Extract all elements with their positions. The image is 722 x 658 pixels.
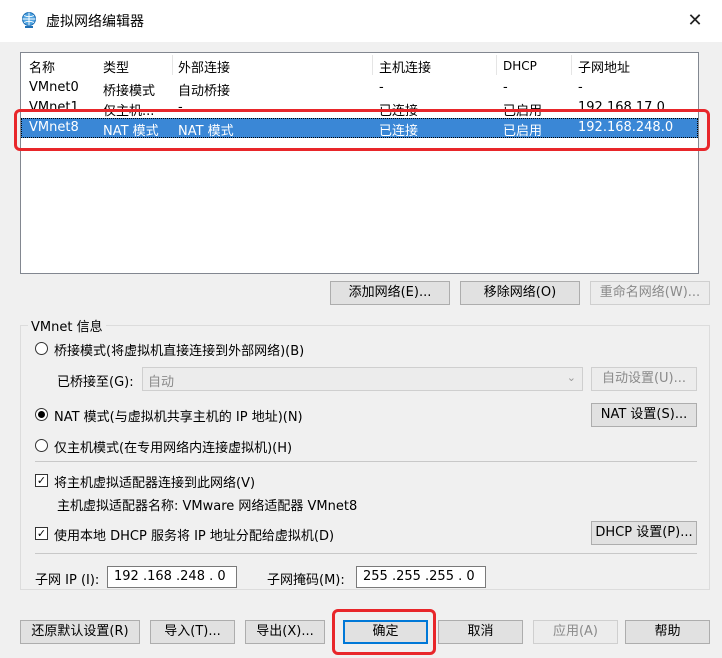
connect-adapter-label[interactable]: 将主机虚拟适配器连接到此网络(V) [54, 472, 255, 491]
subnet-ip-label: 子网 IP (I): [35, 573, 100, 588]
cell-type: 桥接模式 [103, 84, 156, 99]
column-header-name[interactable]: 名称 [29, 57, 99, 76]
chevron-down-icon: ⌄ [566, 371, 576, 384]
dhcp-label[interactable]: 使用本地 DHCP 服务将 IP 地址分配给虚拟机(D) [54, 525, 334, 544]
table-row[interactable]: VMnet0 桥接模式 自动桥接 - - - [21, 78, 698, 99]
export-button[interactable]: 导出(X)... [245, 620, 325, 644]
cell-subnet: - [578, 80, 583, 95]
host-only-radio[interactable] [35, 439, 48, 452]
cell-dhcp: 已启用 [503, 124, 543, 139]
restore-defaults-button[interactable]: 还原默认设置(R) [20, 620, 140, 644]
cell-name: VMnet0 [29, 80, 79, 95]
group-label: VMnet 信息 [28, 316, 106, 335]
nat-mode-radio[interactable] [35, 408, 48, 421]
subnet-mask-value: 255 .255 .255 . 0 [363, 569, 475, 584]
column-divider[interactable] [496, 55, 497, 75]
column-divider[interactable] [172, 55, 173, 75]
divider [35, 553, 697, 554]
help-button[interactable]: 帮助 [625, 620, 710, 644]
subnet-mask-label: 子网掩码(M): [267, 573, 345, 588]
bridged-to-label: 已桥接至(G): [57, 375, 134, 390]
column-header-type[interactable]: 类型 [103, 57, 173, 76]
column-header-host[interactable]: 主机连接 [379, 57, 489, 76]
network-globe-icon [22, 12, 36, 28]
cell-dhcp: 已启用 [503, 104, 543, 119]
nat-mode-label[interactable]: NAT 模式(与虚拟机共享主机的 IP 地址)(N) [54, 406, 303, 425]
cell-subnet: 192.168.248.0 [578, 120, 674, 135]
bridged-to-select[interactable]: 自动 ⌄ [142, 367, 583, 391]
cancel-button[interactable]: 取消 [438, 620, 523, 644]
connect-adapter-checkbox[interactable]: ✓ [35, 474, 48, 487]
checkmark-icon: ✓ [36, 474, 47, 487]
cell-external: - [178, 100, 183, 115]
cell-type: 仅主机... [103, 104, 155, 119]
cell-external: NAT 模式 [178, 124, 234, 139]
cell-dhcp: - [503, 80, 508, 95]
dhcp-settings-button[interactable]: DHCP 设置(P)... [591, 521, 697, 545]
cell-type: NAT 模式 [103, 124, 159, 139]
cell-name: VMnet1 [29, 100, 79, 115]
auto-settings-button[interactable]: 自动设置(U)... [591, 367, 697, 391]
network-list[interactable]: 名称 类型 外部连接 主机连接 DHCP 子网地址 VMnet0 桥接模式 自动… [20, 52, 699, 274]
cell-host: 已连接 [379, 124, 419, 139]
table-row[interactable]: VMnet1 仅主机... - 已连接 已启用 192.168.17.0 [21, 98, 698, 119]
checkmark-icon: ✓ [36, 527, 47, 540]
list-header: 名称 类型 外部连接 主机连接 DHCP 子网地址 [21, 53, 698, 77]
bridged-mode-radio[interactable] [35, 342, 48, 355]
window-title: 虚拟网络编辑器 [46, 14, 144, 30]
nat-settings-button[interactable]: NAT 设置(S)... [591, 403, 697, 427]
cell-external: 自动桥接 [178, 84, 231, 99]
bridged-mode-label[interactable]: 桥接模式(将虚拟机直接连接到外部网络)(B) [54, 340, 304, 359]
dhcp-checkbox[interactable]: ✓ [35, 527, 48, 540]
column-divider[interactable] [372, 55, 373, 75]
import-button[interactable]: 导入(T)... [150, 620, 235, 644]
column-header-dhcp[interactable]: DHCP [503, 59, 563, 73]
host-only-label[interactable]: 仅主机模式(在专用网络内连接虚拟机)(H) [54, 437, 292, 456]
divider [35, 461, 697, 462]
table-row-selected[interactable]: VMnet8 NAT 模式 NAT 模式 已连接 已启用 192.168.248… [21, 118, 698, 139]
ok-button[interactable]: 确定 [343, 620, 428, 644]
rename-network-button[interactable]: 重命名网络(W)... [590, 281, 710, 305]
column-header-external[interactable]: 外部连接 [178, 57, 368, 76]
cell-subnet: 192.168.17.0 [578, 100, 665, 115]
cell-host: 已连接 [379, 104, 419, 119]
adapter-name-text: 主机虚拟适配器名称: VMware 网络适配器 VMnet8 [57, 499, 358, 514]
close-icon[interactable]: ✕ [680, 6, 710, 36]
subnet-ip-value: 192 .168 .248 . 0 [114, 569, 226, 584]
column-divider[interactable] [571, 55, 572, 75]
column-header-subnet[interactable]: 子网地址 [578, 57, 688, 76]
cell-host: - [379, 80, 384, 95]
bridged-to-value: 自动 [148, 375, 175, 390]
title-bar: 虚拟网络编辑器 ✕ [0, 0, 722, 42]
remove-network-button[interactable]: 移除网络(O) [460, 281, 580, 305]
vmnet-info-group [20, 325, 710, 590]
apply-button[interactable]: 应用(A) [533, 620, 618, 644]
cell-name: VMnet8 [29, 120, 79, 135]
subnet-ip-input[interactable]: 192 .168 .248 . 0 [107, 566, 237, 588]
subnet-mask-input[interactable]: 255 .255 .255 . 0 [356, 566, 486, 588]
add-network-button[interactable]: 添加网络(E)... [330, 281, 450, 305]
